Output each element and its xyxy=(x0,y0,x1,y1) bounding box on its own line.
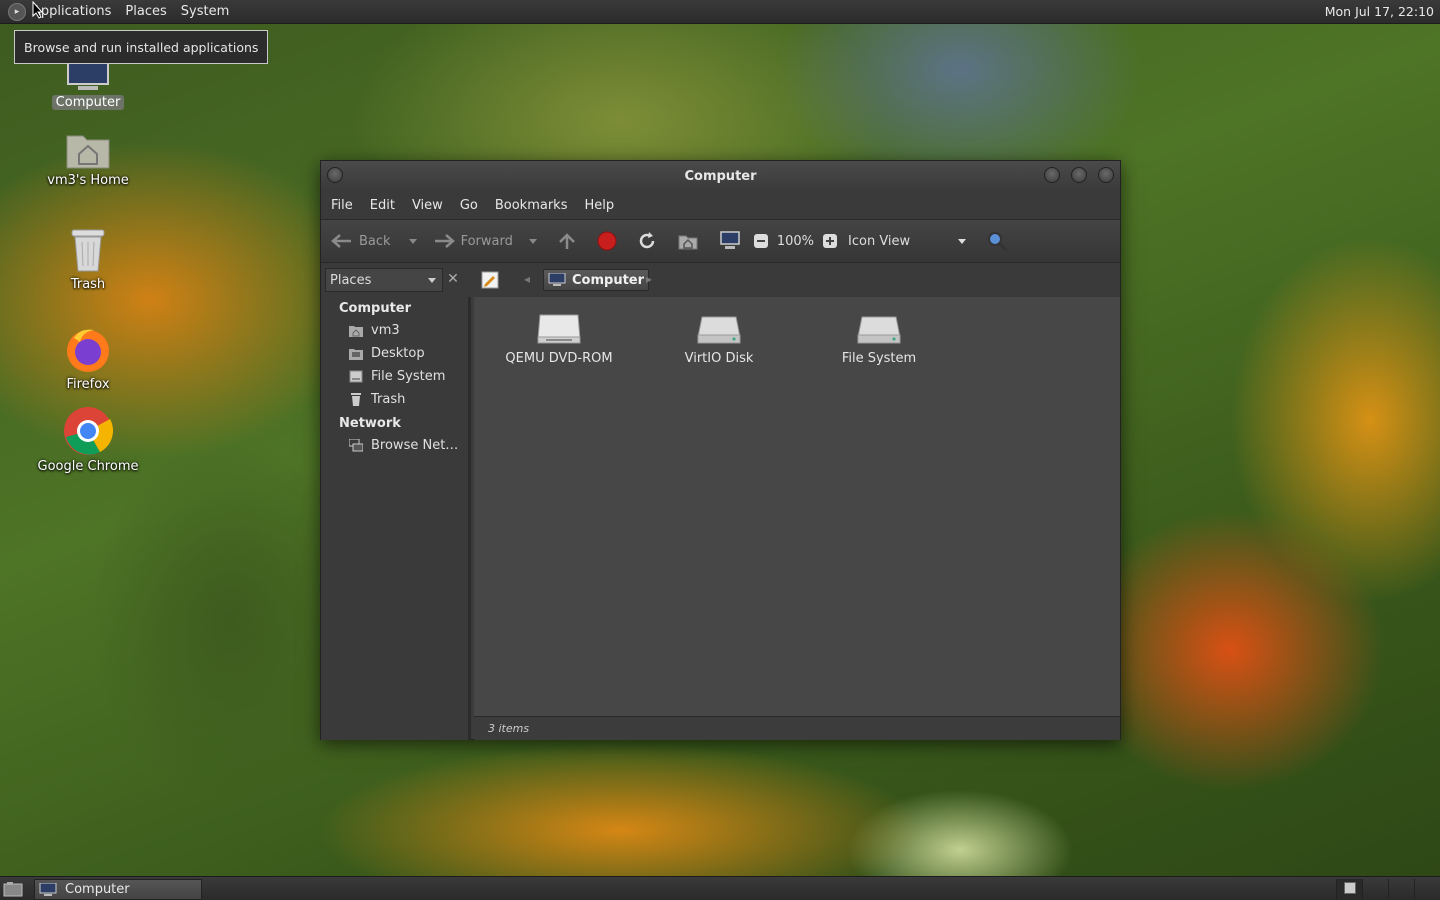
desktop-icon-firefox[interactable]: Firefox xyxy=(28,326,148,392)
close-button[interactable] xyxy=(1098,167,1114,183)
toolbar: Back Forward 100% Icon View xyxy=(321,219,1120,263)
back-history-dropdown-icon[interactable] xyxy=(408,238,417,244)
file-item-virtio-disk[interactable]: VirtIO Disk xyxy=(654,311,784,366)
window-menubar: File Edit View Go Bookmarks Help xyxy=(321,191,1120,219)
edit-location-icon[interactable] xyxy=(481,271,499,289)
desktop-icon-label: Trash xyxy=(70,277,106,292)
sidebar-heading-computer: Computer xyxy=(339,301,412,316)
breadcrumb-computer[interactable]: Computer xyxy=(543,269,650,291)
zoom-level[interactable]: 100% xyxy=(777,234,814,249)
desktop-folder-icon xyxy=(349,349,363,360)
reload-icon[interactable] xyxy=(637,231,657,251)
computer-icon[interactable] xyxy=(719,231,741,251)
desktop-icon-label: Google Chrome xyxy=(37,459,139,474)
desktop-icon-home[interactable]: vm3's Home xyxy=(28,130,148,188)
workspace-1[interactable] xyxy=(1336,879,1362,899)
workspace-4[interactable] xyxy=(1414,879,1440,899)
back-button[interactable]: Back xyxy=(331,233,391,249)
window-title: Computer xyxy=(684,168,757,184)
hard-disk-icon xyxy=(857,316,901,344)
mouse-cursor-icon xyxy=(32,1,44,19)
menu-help[interactable]: Help xyxy=(584,198,614,213)
file-manager-window: Computer File Edit View Go Bookmarks Hel… xyxy=(320,160,1121,740)
home-folder-icon xyxy=(66,135,110,169)
window-titlebar[interactable]: Computer xyxy=(321,161,1120,191)
forward-button[interactable]: Forward xyxy=(433,233,513,249)
zoom-in-icon[interactable] xyxy=(822,233,838,249)
menu-bookmarks[interactable]: Bookmarks xyxy=(495,198,568,213)
sidebar-item-file-system[interactable]: File System xyxy=(349,369,445,384)
up-arrow-icon[interactable] xyxy=(557,231,577,251)
location-bar: Places ✕ ◂ Computer ▸ xyxy=(321,263,1120,297)
show-desktop-icon[interactable] xyxy=(3,881,23,897)
view-mode-select[interactable]: Icon View xyxy=(848,234,967,249)
network-icon xyxy=(349,439,363,452)
sidebar-heading-network: Network xyxy=(339,416,401,431)
taskbar-item-computer[interactable]: Computer xyxy=(34,879,202,900)
workspace-window-icon xyxy=(1343,882,1356,894)
desktop-icon-label: vm3's Home xyxy=(47,173,129,188)
computer-icon xyxy=(548,273,566,286)
workspace-3[interactable] xyxy=(1388,879,1414,899)
home-folder-icon xyxy=(349,326,363,337)
main-menu-logo-icon[interactable]: ▸ xyxy=(8,2,26,21)
menu-places[interactable]: Places xyxy=(125,4,166,19)
applications-tooltip: Browse and run installed applications xyxy=(14,30,269,64)
places-sidebar: Computer vm3 Desktop File System Trash N… xyxy=(321,297,471,740)
back-arrow-icon xyxy=(331,234,351,248)
close-sidebar-icon[interactable]: ✕ xyxy=(445,271,461,287)
sidebar-item-trash[interactable]: Trash xyxy=(349,392,405,407)
optical-drive-icon xyxy=(537,314,581,344)
trash-icon xyxy=(351,393,361,406)
search-icon[interactable] xyxy=(986,230,1008,252)
menu-go[interactable]: Go xyxy=(460,198,478,213)
menu-edit[interactable]: Edit xyxy=(370,198,395,213)
item-count: 3 items xyxy=(488,722,530,735)
computer-icon xyxy=(67,62,109,90)
places-selector[interactable]: Places xyxy=(325,268,443,292)
sidebar-item-browse-network[interactable]: Browse Net… xyxy=(349,438,458,453)
hard-disk-icon xyxy=(697,316,741,344)
trash-icon xyxy=(71,229,105,272)
sidebar-item-vm3[interactable]: vm3 xyxy=(349,323,400,338)
menu-view[interactable]: View xyxy=(412,198,443,213)
clock[interactable]: Mon Jul 17, 22:10 xyxy=(1325,4,1434,19)
places-dropdown-icon xyxy=(428,278,436,283)
minimize-button[interactable] xyxy=(1044,167,1060,183)
desktop-icon-label: Firefox xyxy=(66,377,110,392)
desktop-icon-label: Computer xyxy=(51,95,125,110)
computer-icon xyxy=(39,882,57,896)
desktop-icon-chrome[interactable]: Google Chrome xyxy=(28,406,148,474)
menu-file[interactable]: File xyxy=(331,198,353,213)
crumb-right-arrow-icon[interactable]: ▸ xyxy=(646,272,652,286)
forward-history-dropdown-icon[interactable] xyxy=(528,238,537,244)
status-bar: 3 items xyxy=(474,716,1120,740)
workspace-2[interactable] xyxy=(1362,879,1388,899)
menu-system[interactable]: System xyxy=(181,4,229,19)
zoom-out-icon[interactable] xyxy=(753,233,769,249)
home-icon[interactable] xyxy=(677,231,699,251)
hard-disk-icon xyxy=(349,370,363,383)
desktop-icon-trash[interactable]: Trash xyxy=(28,228,148,292)
bottom-panel: Computer xyxy=(0,876,1440,900)
maximize-button[interactable] xyxy=(1071,167,1087,183)
crumb-left-arrow-icon[interactable]: ◂ xyxy=(524,272,530,286)
desktop-icon-computer[interactable]: Computer xyxy=(28,62,148,110)
top-panel: ▸ Applications Places System Mon Jul 17,… xyxy=(0,0,1440,24)
file-view[interactable]: QEMU DVD-ROM VirtIO Disk File System xyxy=(474,297,1120,716)
sidebar-item-desktop[interactable]: Desktop xyxy=(349,346,425,361)
forward-arrow-icon xyxy=(434,234,455,248)
window-menu-button[interactable] xyxy=(327,167,343,183)
file-item-file-system[interactable]: File System xyxy=(814,311,944,366)
stop-icon[interactable] xyxy=(597,231,617,251)
chrome-icon xyxy=(64,407,113,455)
file-item-qemu-dvd-rom[interactable]: QEMU DVD-ROM xyxy=(494,311,624,366)
view-mode-dropdown-icon xyxy=(958,238,967,244)
firefox-icon xyxy=(67,329,109,372)
